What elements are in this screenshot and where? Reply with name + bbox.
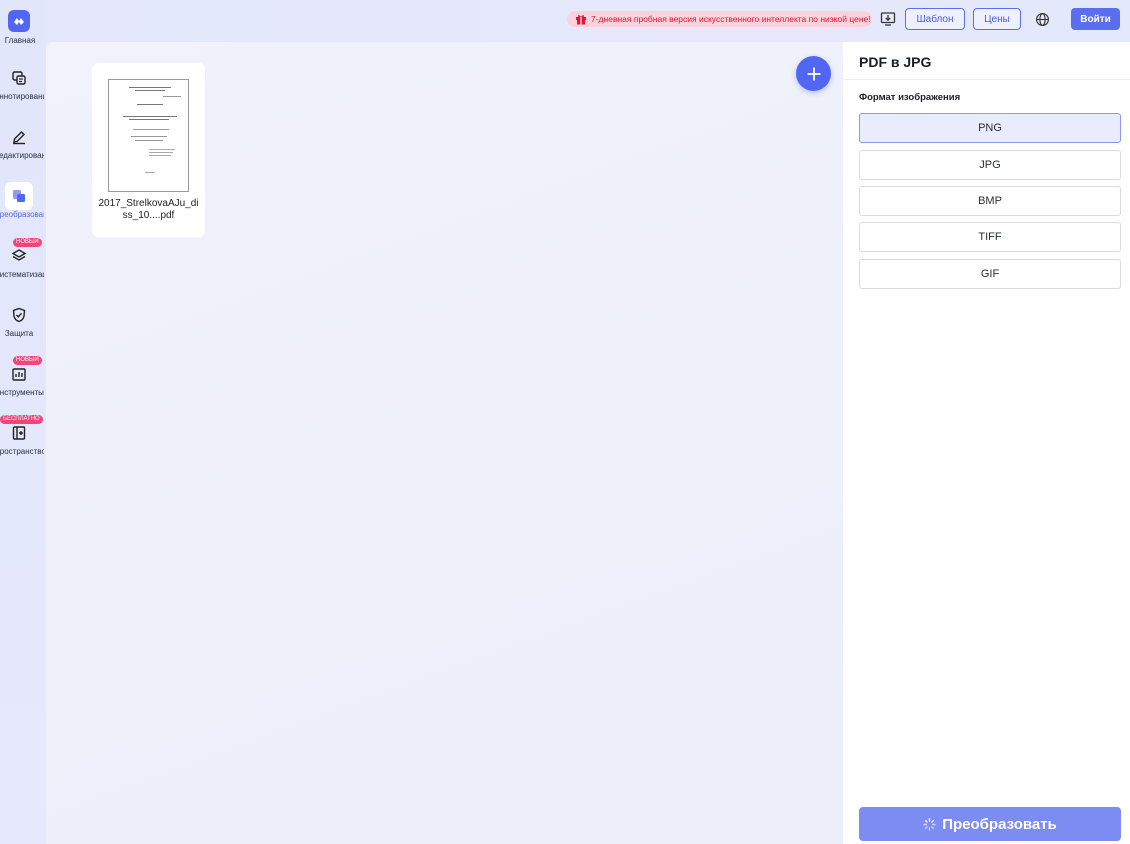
edit-icon [9, 127, 29, 147]
convert-button[interactable]: Преобразовать [859, 807, 1121, 841]
sidebar-item-label: Аннотирование [0, 92, 44, 101]
annotate-icon [9, 68, 29, 88]
file-name: 2017_StrelkovaAJu_diss_10....pdf [98, 198, 199, 221]
sidebar-item-convert[interactable]: Преобразование [0, 182, 44, 242]
layers-icon [9, 246, 29, 266]
sidebar-item-annotate[interactable]: Аннотирование [0, 68, 44, 124]
format-option-bmp[interactable]: BMP [859, 186, 1121, 216]
sidebar-item-edit[interactable]: Редактирование [0, 127, 44, 183]
sidebar-item-label: Редактирование [0, 151, 44, 160]
spinner-icon [923, 817, 936, 831]
pdf-thumbnail [108, 79, 189, 192]
download-desktop-icon [880, 12, 896, 26]
gift-icon [576, 15, 586, 25]
sidebar-item-protect[interactable]: Защита [0, 305, 40, 361]
format-option-jpg[interactable]: JPG [859, 150, 1121, 180]
top-bar: 7-дневная пробная версия искусственного … [46, 0, 1130, 42]
file-card[interactable]: 2017_StrelkovaAJu_diss_10....pdf [92, 63, 205, 237]
sidebar-item-label: Защита [4, 329, 34, 338]
sidebar-item-tools[interactable]: НОВЫЙ Инструменты [0, 356, 44, 420]
format-option-gif[interactable]: GIF [859, 259, 1121, 289]
sidebar-item-label: Инструменты [0, 388, 44, 397]
sidebar-item-label: Преобразование [0, 210, 44, 219]
globe-icon [1035, 12, 1049, 26]
space-icon [9, 423, 29, 443]
sidebar-item-label: Пространство [0, 447, 44, 456]
sidebar-item-label: Систематизация [0, 270, 44, 279]
download-app-button[interactable] [878, 9, 898, 29]
convert-icon [9, 186, 29, 206]
promo-text: 7-дневная пробная версия искусственного … [591, 14, 871, 24]
format-label: Формат изображения [859, 92, 961, 103]
sidebar: Главная Аннотирование Редактирование Пре… [0, 0, 46, 844]
sidebar-item-space[interactable]: БЕСПЛАТНО Пространство [0, 415, 44, 479]
conversion-panel: PDF в JPG Формат изображения PNG JPG BMP… [843, 42, 1130, 844]
template-button[interactable]: Шаблон [905, 8, 965, 30]
file-workspace: 2017_StrelkovaAJu_diss_10....pdf [46, 42, 843, 844]
divider [843, 79, 1130, 80]
shield-icon [9, 305, 29, 325]
language-button[interactable] [1032, 9, 1052, 29]
pricing-button[interactable]: Цены [973, 8, 1021, 30]
plus-icon [807, 67, 820, 80]
panel-title: PDF в JPG [859, 54, 932, 70]
format-option-png[interactable]: PNG [859, 113, 1121, 143]
format-option-tiff[interactable]: TIFF [859, 222, 1121, 252]
tools-icon [9, 364, 29, 384]
app-logo[interactable] [8, 10, 30, 32]
add-file-button[interactable] [796, 56, 831, 91]
home-label: Главная [4, 36, 36, 45]
convert-label: Преобразовать [942, 815, 1057, 833]
logo-icon [14, 18, 24, 25]
login-button[interactable]: Войти [1071, 8, 1120, 30]
promo-banner[interactable]: 7-дневная пробная версия искусственного … [567, 11, 872, 27]
sidebar-item-organize[interactable]: НОВЫЙ Систематизация [0, 238, 44, 302]
